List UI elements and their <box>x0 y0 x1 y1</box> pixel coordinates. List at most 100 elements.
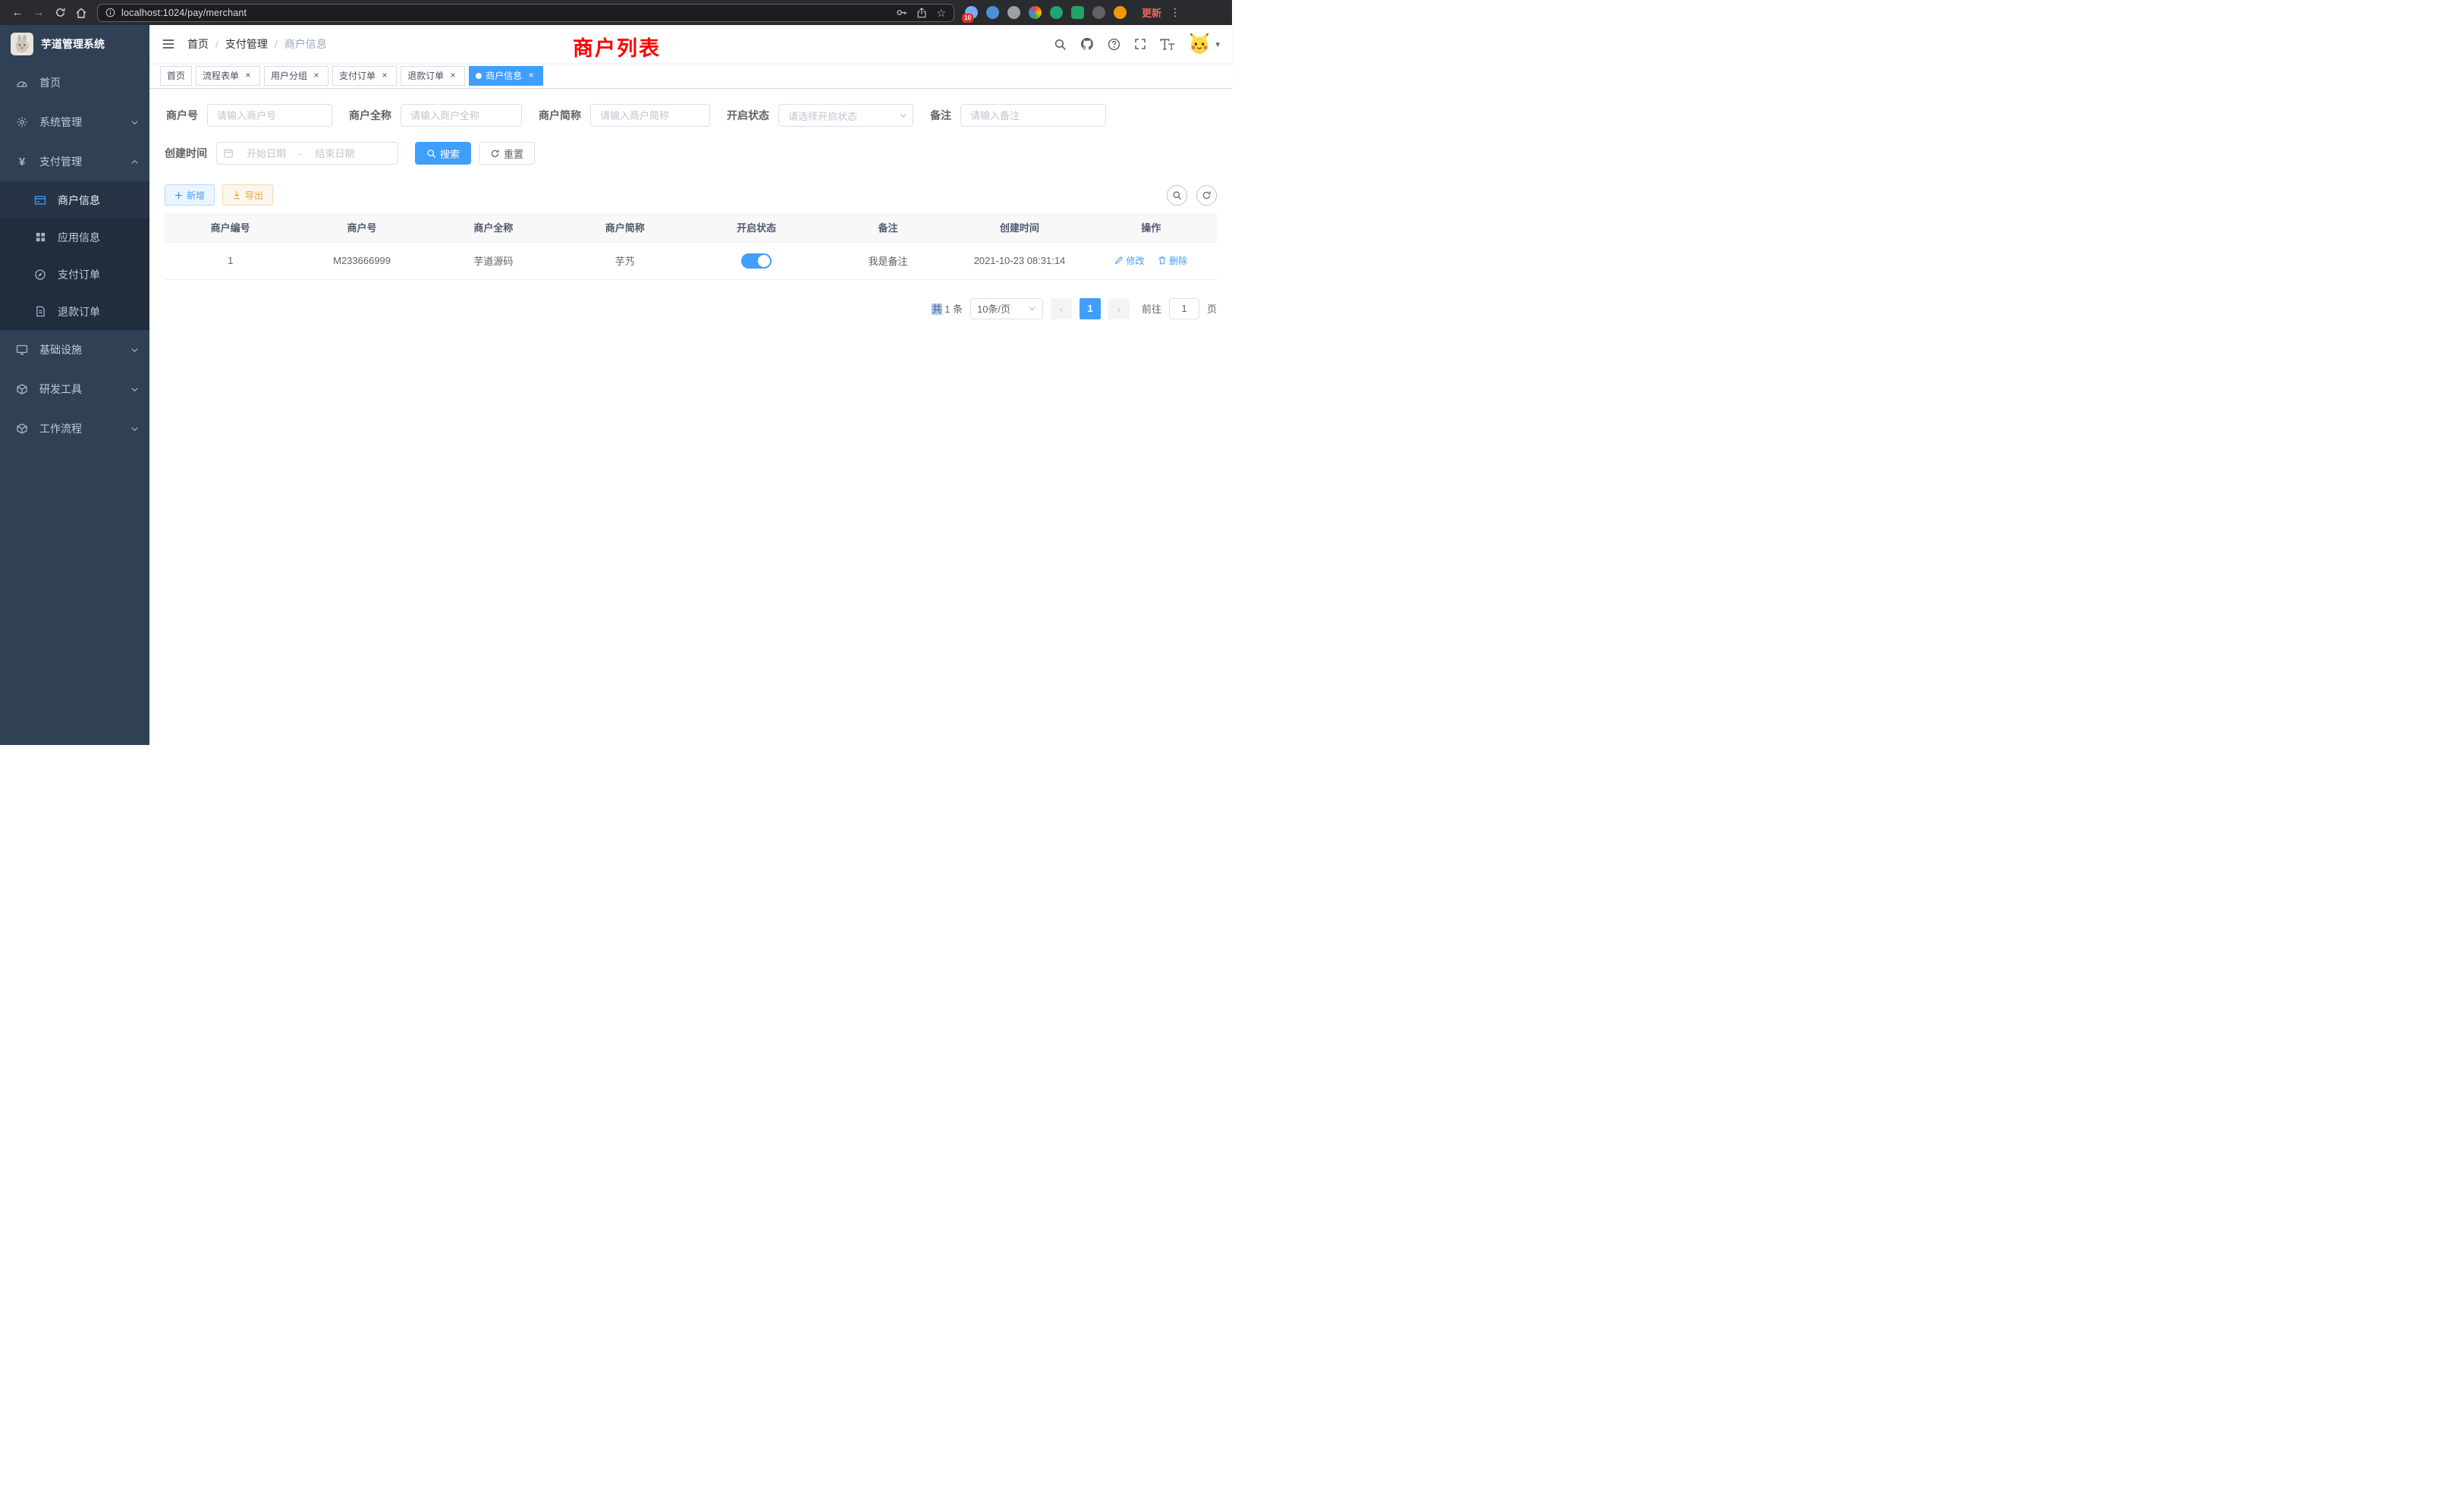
full-name-input[interactable] <box>401 104 522 127</box>
close-icon[interactable]: × <box>311 71 322 81</box>
font-size-icon[interactable] <box>1160 39 1174 50</box>
reset-button-label: 重置 <box>504 146 523 161</box>
cell-actions: 修改 删除 <box>1086 242 1217 279</box>
box-icon <box>15 383 29 395</box>
extension-multicolor-icon[interactable] <box>1029 6 1042 19</box>
search-icon <box>1172 190 1182 200</box>
edit-button[interactable]: 修改 <box>1114 254 1144 267</box>
status-select[interactable]: 请选择开启状态 <box>778 104 913 127</box>
search-icon <box>426 149 436 159</box>
password-key-icon[interactable] <box>896 7 907 18</box>
sidebar: 芋道管理系统 首页 系统管理 ¥ 支付管理 商户信息 <box>0 25 149 745</box>
browser-back-icon[interactable]: ← <box>8 3 27 23</box>
extension-green-square-icon[interactable] <box>1071 6 1084 19</box>
start-date-input[interactable] <box>237 148 296 159</box>
extension-gray-icon[interactable] <box>1007 6 1020 19</box>
create-time-label: 创建时间 <box>165 146 216 161</box>
chevron-down-icon <box>899 112 907 120</box>
url-bar[interactable]: localhost:1024/pay/merchant ☆ <box>97 4 954 22</box>
logo-rabbit-icon <box>11 33 33 55</box>
site-info-icon[interactable] <box>105 8 115 17</box>
cell-full-name: 芋道源码 <box>428 242 559 279</box>
end-date-input[interactable] <box>305 148 364 159</box>
tab-label: 流程表单 <box>203 69 239 82</box>
user-avatar[interactable]: ▾ <box>1188 33 1220 55</box>
tab-pay-order[interactable]: 支付订单 × <box>332 66 397 86</box>
extension-green-circle-icon[interactable] <box>1050 6 1063 19</box>
cell-status <box>691 242 822 279</box>
short-name-input[interactable] <box>590 104 710 127</box>
remark-input[interactable] <box>960 104 1106 127</box>
refresh-table-button[interactable] <box>1196 185 1217 206</box>
goto-label: 前往 <box>1142 301 1161 316</box>
help-icon[interactable] <box>1108 38 1120 51</box>
sidebar-item-system[interactable]: 系统管理 <box>0 102 149 142</box>
caret-down-icon: ▾ <box>1215 39 1220 49</box>
create-time-range-picker[interactable]: - <box>216 142 398 165</box>
browser-forward-icon[interactable]: → <box>29 3 49 23</box>
url-text: localhost:1024/pay/merchant <box>121 8 247 18</box>
sidebar-item-payment[interactable]: ¥ 支付管理 <box>0 142 149 181</box>
sidebar-item-refund-order[interactable]: 退款订单 <box>0 293 149 330</box>
bookmark-star-icon[interactable]: ☆ <box>936 8 946 18</box>
search-icon[interactable] <box>1054 38 1067 51</box>
fullscreen-icon[interactable] <box>1134 38 1146 50</box>
sidebar-item-label: 支付管理 <box>39 154 82 169</box>
sidebar-item-app-info[interactable]: 应用信息 <box>0 218 149 256</box>
tab-process-form[interactable]: 流程表单 × <box>196 66 260 86</box>
sidebar-item-merchant-info[interactable]: 商户信息 <box>0 181 149 218</box>
add-button[interactable]: 新增 <box>165 184 215 206</box>
delete-button[interactable]: 删除 <box>1158 254 1187 267</box>
close-icon[interactable]: × <box>243 71 253 81</box>
tab-label: 商户信息 <box>486 69 522 82</box>
hamburger-icon[interactable] <box>162 37 175 51</box>
extension-dark-puzzle-icon[interactable] <box>1092 6 1105 19</box>
delete-label: 删除 <box>1169 254 1187 267</box>
sidebar-item-pay-order[interactable]: 支付订单 <box>0 256 149 293</box>
app-logo[interactable]: 芋道管理系统 <box>0 25 149 63</box>
tab-merchant-info[interactable]: 商户信息 × <box>469 66 543 86</box>
prev-page-button[interactable]: ‹ <box>1051 298 1072 319</box>
goto-page-input[interactable] <box>1169 298 1199 319</box>
sidebar-item-workflow[interactable]: 工作流程 <box>0 409 149 448</box>
col-short-name: 商户简称 <box>559 213 690 242</box>
github-icon[interactable] <box>1080 37 1094 51</box>
browser-home-icon[interactable] <box>71 3 91 23</box>
calendar-icon <box>223 148 234 159</box>
sidebar-item-dev-tools[interactable]: 研发工具 <box>0 369 149 409</box>
app-title: 芋道管理系统 <box>41 36 105 52</box>
page-size-select[interactable]: 10条/页 <box>970 298 1043 319</box>
status-toggle[interactable] <box>741 253 772 269</box>
reset-button[interactable]: 重置 <box>479 142 535 165</box>
close-icon[interactable]: × <box>448 71 458 81</box>
page-number-button[interactable]: 1 <box>1080 298 1101 319</box>
browser-update-button[interactable]: 更新 <box>1142 5 1161 20</box>
edit-label: 修改 <box>1126 254 1144 267</box>
export-button[interactable]: 导出 <box>222 184 273 206</box>
close-icon[interactable]: × <box>379 71 390 81</box>
extension-orange-icon[interactable] <box>1114 6 1127 19</box>
col-remark: 备注 <box>822 213 954 242</box>
extension-puzzle-icon[interactable]: 10 <box>965 6 978 19</box>
merchant-no-input[interactable] <box>207 104 332 127</box>
next-page-button[interactable]: › <box>1108 298 1130 319</box>
download-icon <box>232 190 241 200</box>
export-button-label: 导出 <box>245 189 263 202</box>
tab-refund-order[interactable]: 退款订单 × <box>401 66 465 86</box>
browser-menu-icon[interactable]: ⋮ <box>1169 6 1181 19</box>
sidebar-item-home[interactable]: 首页 <box>0 63 149 102</box>
breadcrumb-payment[interactable]: 支付管理 <box>225 36 268 52</box>
search-button[interactable]: 搜索 <box>415 142 471 165</box>
tab-home[interactable]: 首页 <box>160 66 192 86</box>
extension-drop-icon[interactable] <box>986 6 999 19</box>
tab-user-group[interactable]: 用户分组 × <box>264 66 328 86</box>
sidebar-item-infrastructure[interactable]: 基础设施 <box>0 330 149 369</box>
cell-merchant-no: M233666999 <box>296 242 427 279</box>
browser-reload-icon[interactable] <box>50 3 70 23</box>
toggle-search-button[interactable] <box>1167 185 1187 206</box>
breadcrumb-home[interactable]: 首页 <box>187 36 209 52</box>
share-icon[interactable] <box>916 8 927 18</box>
short-name-label: 商户简称 <box>539 108 590 123</box>
close-icon[interactable]: × <box>526 71 536 81</box>
payment-submenu: 商户信息 应用信息 支付订单 退款订单 <box>0 181 149 330</box>
